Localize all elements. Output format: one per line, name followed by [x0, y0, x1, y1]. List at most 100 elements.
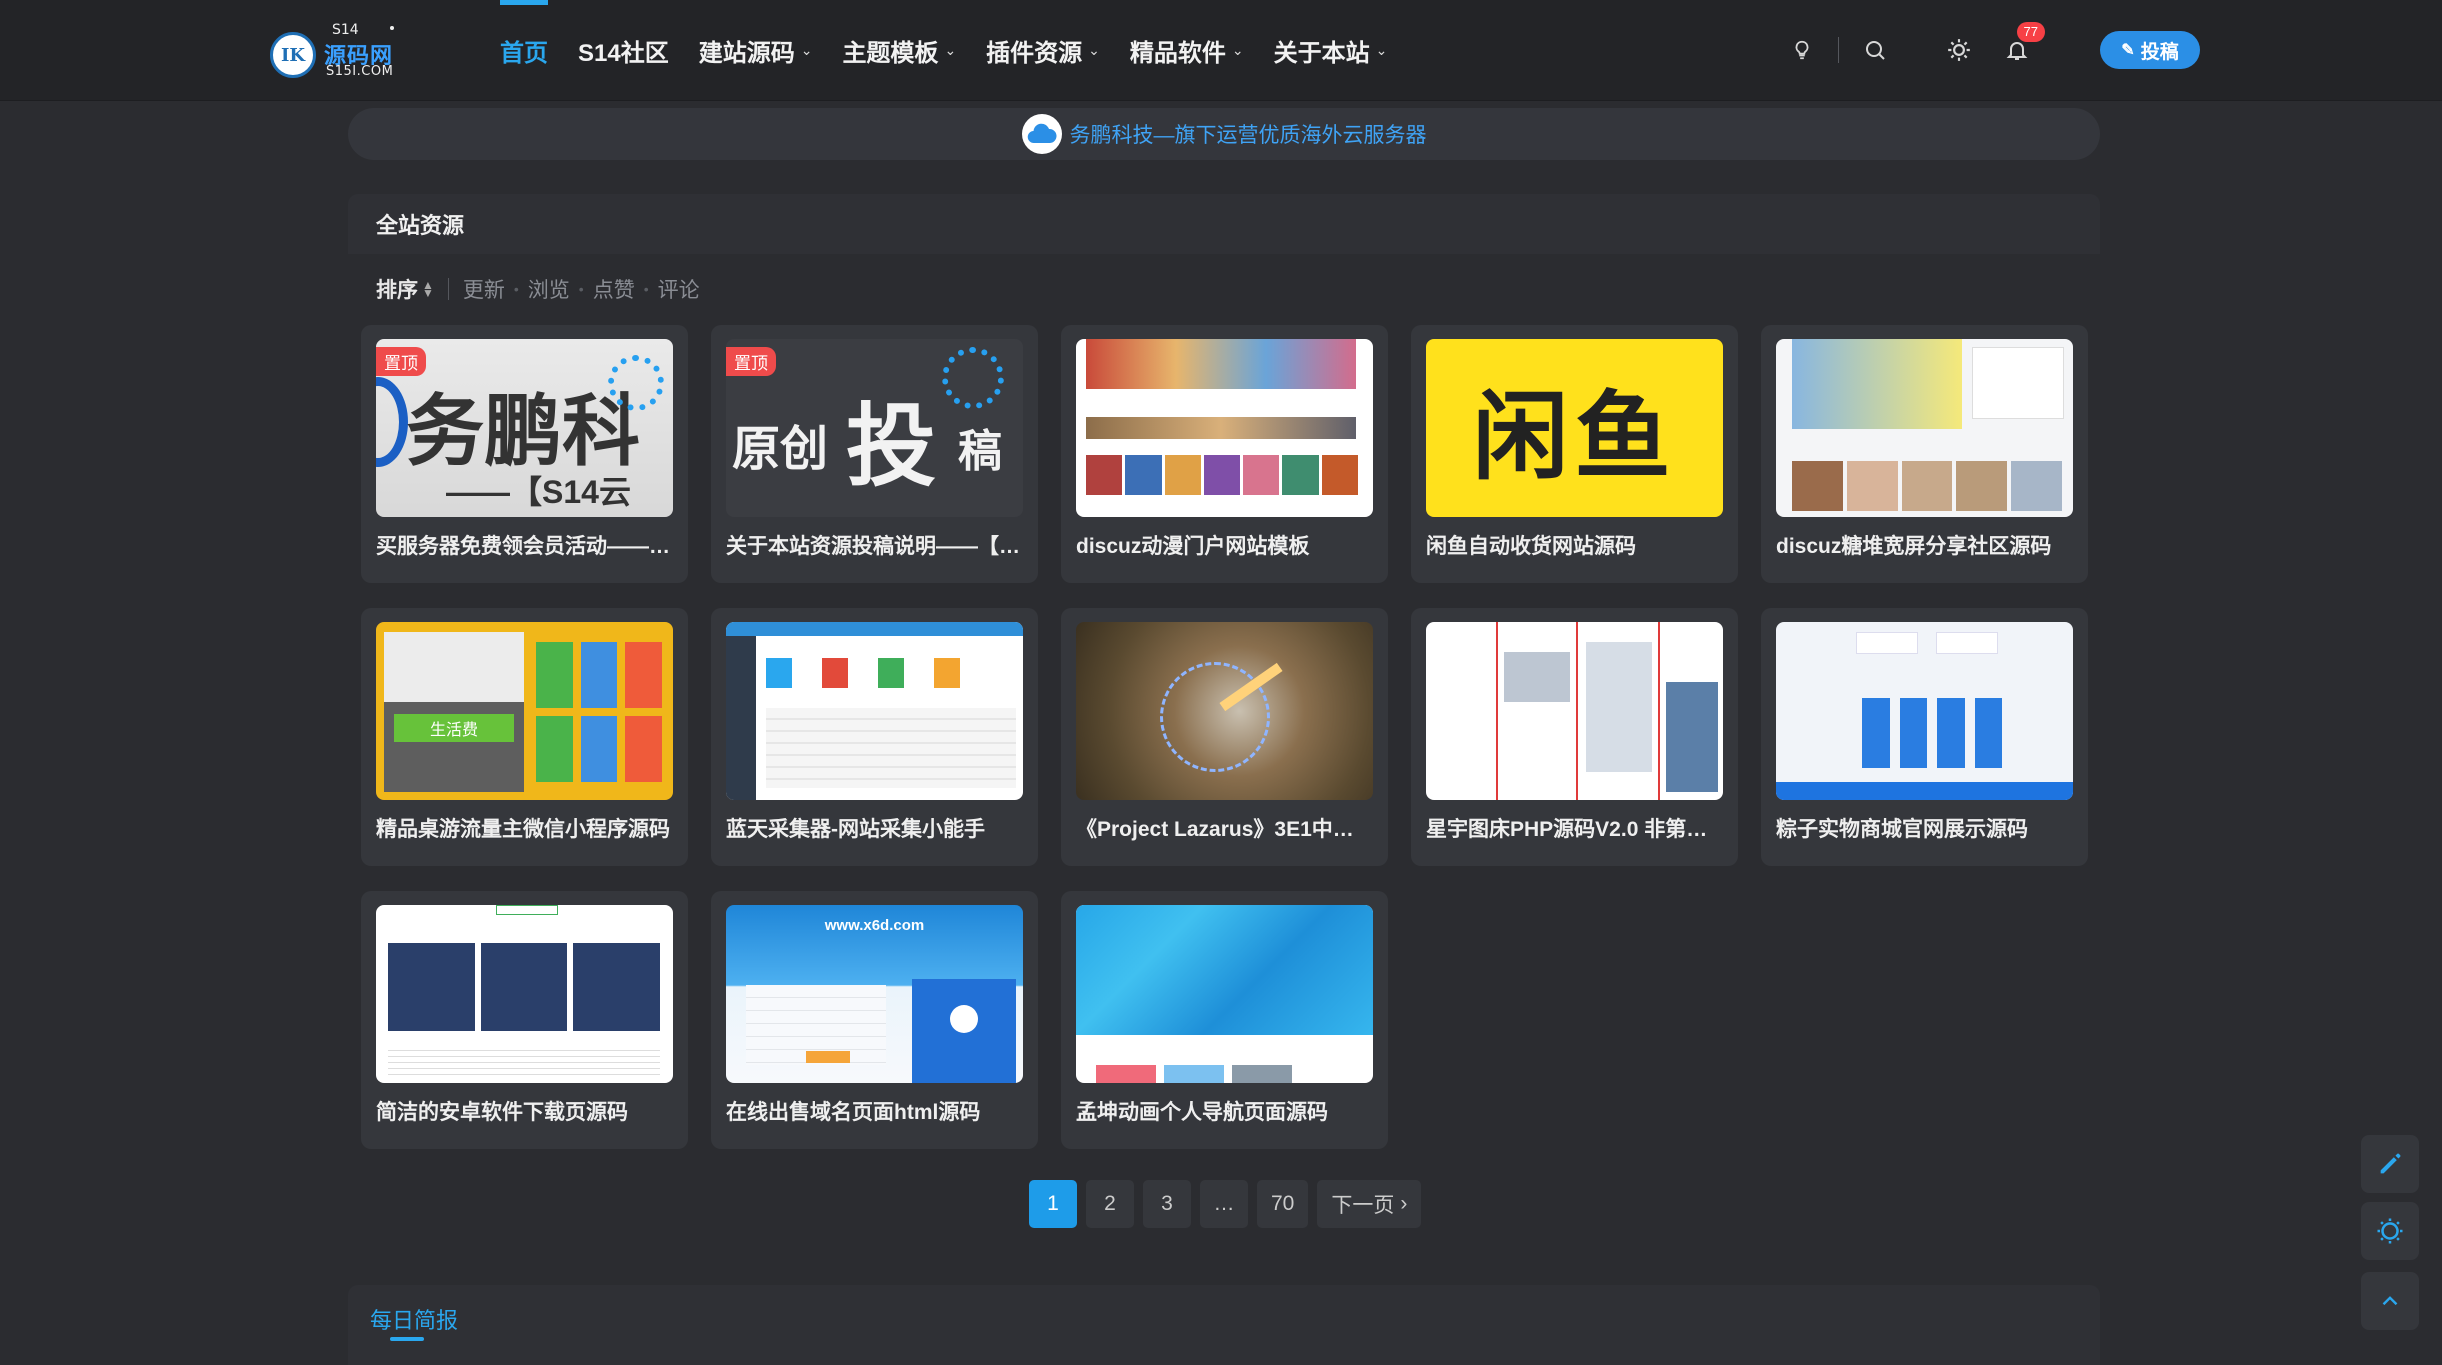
card-title: 精品桌游流量主微信小程序源码: [376, 818, 670, 841]
product-columns: [1862, 698, 2002, 768]
sun-icon: [2377, 1218, 2403, 1244]
card-title: 孟坤动画个人导航页面源码: [1076, 1101, 1328, 1124]
topbar: [726, 622, 1023, 636]
resource-card[interactable]: discuz动漫门户网站模板: [1061, 325, 1388, 583]
divider-line: [1658, 622, 1660, 800]
thumb-text: 原创: [732, 423, 829, 476]
screenshot-image: [1504, 652, 1570, 702]
phone-header: [384, 632, 524, 702]
sort-option-likes[interactable]: 点赞: [593, 274, 635, 304]
daily-brief-title[interactable]: 每日简报: [370, 1303, 458, 1335]
thumbnail: 置顶 务鹏科 ——【S14云: [376, 339, 673, 517]
float-top-button[interactable]: [2361, 1272, 2419, 1330]
nav-item-software[interactable]: 精品软件 ⌄: [1130, 0, 1244, 100]
nav-tile: [1232, 1065, 1292, 1083]
nav-label: 关于本站: [1273, 39, 1370, 67]
chevron-down-icon: ⌄: [1375, 41, 1388, 58]
resource-card[interactable]: discuz糖堆宽屏分享社区源码: [1761, 325, 2088, 583]
stat-tiles: [766, 658, 1016, 688]
sort-label: 排序: [376, 279, 418, 302]
float-edit-button[interactable]: [2361, 1135, 2419, 1193]
sort-option-views[interactable]: 浏览: [528, 274, 570, 304]
divider-line: [1576, 622, 1578, 800]
card-title: 闲鱼自动收货网站源码: [1426, 535, 1636, 558]
sort-option-updated[interactable]: 更新: [463, 274, 505, 304]
pagination: 1 2 3 … 70 下一页 ›: [1029, 1180, 1430, 1228]
resource-card[interactable]: 星宇图床PHP源码V2.0 非第三方: [1411, 608, 1738, 866]
panel-title: 全站资源: [376, 213, 465, 238]
nav-item-plugins[interactable]: 插件资源 ⌄: [986, 0, 1100, 100]
nav-item-themes[interactable]: 主题模板 ⌄: [842, 0, 956, 100]
thumbnail: 置顶 原创 投 稿: [726, 339, 1023, 517]
separator-dot: •: [513, 281, 519, 297]
chevron-right-icon: ›: [1400, 1192, 1408, 1215]
resource-card[interactable]: 粽子实物商城官网展示源码: [1761, 608, 2088, 866]
nav-item-site-source[interactable]: 建站源码 ⌄: [699, 0, 813, 100]
card-title: 在线出售域名页面html源码: [726, 1101, 981, 1124]
card-title: 蓝天采集器-网站采集小能手: [726, 818, 985, 841]
sort-divider: [447, 278, 449, 300]
card-title: 买服务器免费领会员活动——【S14云】: [376, 535, 673, 558]
resource-card[interactable]: 闲鱼 闲鱼自动收货网站源码: [1411, 325, 1738, 583]
nav-label: 插件资源: [986, 39, 1083, 67]
resource-card[interactable]: 《Project Lazarus》3E1中文版: [1061, 608, 1388, 866]
nav-item-home[interactable]: 首页: [500, 0, 548, 100]
thumb-text: 务鹏科: [406, 387, 641, 475]
card-title: discuz动漫门户网站模板: [1076, 535, 1310, 558]
thumb-text: 投: [846, 397, 936, 497]
resources-panel-header: 全站资源: [348, 194, 2100, 254]
anime-grid: [1086, 455, 1358, 495]
banner-image: [1086, 339, 1356, 389]
resource-card[interactable]: 简洁的安卓软件下载页源码: [361, 891, 688, 1149]
resource-card[interactable]: 置顶 务鹏科 ——【S14云 买服务器免费领会员活动——【S14云】: [361, 325, 688, 583]
screenshot-row: [388, 943, 661, 1031]
separator-dot: •: [578, 281, 584, 297]
daily-brief-panel: 每日简报: [348, 1285, 2100, 1365]
resource-card[interactable]: 置顶 原创 投 稿 关于本站资源投稿说明——【原创投稿】: [711, 325, 1038, 583]
float-theme-button[interactable]: [2361, 1202, 2419, 1260]
screenshot-image: [1666, 682, 1718, 792]
banner-text: 务鹏科技—旗下运营优质海外云服务器: [1069, 124, 1427, 147]
card-title: 简洁的安卓软件下载页源码: [376, 1101, 628, 1124]
nav-item-community[interactable]: S14社区: [578, 0, 669, 100]
pinned-badge: 置顶: [726, 347, 776, 376]
next-page-button[interactable]: 下一页 ›: [1317, 1180, 1422, 1228]
pencil-icon: [2380, 1153, 2401, 1174]
card-title: 《Project Lazarus》3E1中文版: [1076, 818, 1373, 841]
page-button-2[interactable]: 2: [1086, 1180, 1134, 1228]
resource-card[interactable]: 蓝天采集器-网站采集小能手: [711, 608, 1038, 866]
sort-option-comments[interactable]: 评论: [658, 274, 700, 304]
buy-button-image: [806, 1051, 850, 1063]
theme-sun-icon[interactable]: [1937, 28, 1981, 72]
divider-line: [1496, 622, 1498, 800]
logo-domain-text: S15I.COM: [326, 64, 394, 79]
sort-button[interactable]: 排序: [376, 274, 418, 304]
thumbnail: [1076, 905, 1373, 1083]
nav-label: 主题模板: [842, 39, 939, 67]
thumbnail: [1076, 622, 1373, 800]
bell-icon[interactable]: 77: [1995, 22, 2045, 72]
page-button-1[interactable]: 1: [1029, 1180, 1077, 1228]
page-button-3[interactable]: 3: [1143, 1180, 1191, 1228]
photo-row: [1792, 461, 2062, 511]
search-icon[interactable]: [1853, 28, 1897, 72]
card-title: 星宇图床PHP源码V2.0 非第三方: [1426, 818, 1723, 841]
logo-shape: [376, 377, 408, 467]
page-button-last[interactable]: 70: [1257, 1180, 1309, 1228]
card-title: discuz糖堆宽屏分享社区源码: [1776, 535, 2052, 558]
screenshot-image: [1586, 642, 1652, 772]
header-box: [496, 905, 558, 915]
nav-item-about[interactable]: 关于本站 ⌄: [1274, 0, 1388, 100]
thumb-text: www.x6d.com: [824, 917, 925, 934]
resource-card[interactable]: www.x6d.com 在线出售域名页面html源码: [711, 891, 1038, 1149]
footer-bar: [1776, 782, 2073, 800]
resource-card[interactable]: 生活费 精品桌游流量主微信小程序源码: [361, 608, 688, 866]
site-logo[interactable]: IK S14 源码网 S15I.COM: [270, 22, 420, 80]
lightbulb-icon[interactable]: [1780, 28, 1824, 72]
thumb-button: 生活费: [394, 714, 514, 742]
next-page-label: 下一页: [1331, 1194, 1395, 1217]
resource-card[interactable]: 孟坤动画个人导航页面源码: [1061, 891, 1388, 1149]
promo-banner[interactable]: 务鹏科技—旗下运营优质海外云服务器: [348, 108, 2100, 160]
hero-image: [1076, 905, 1373, 1035]
post-button[interactable]: ✎ 投稿: [2100, 31, 2200, 69]
